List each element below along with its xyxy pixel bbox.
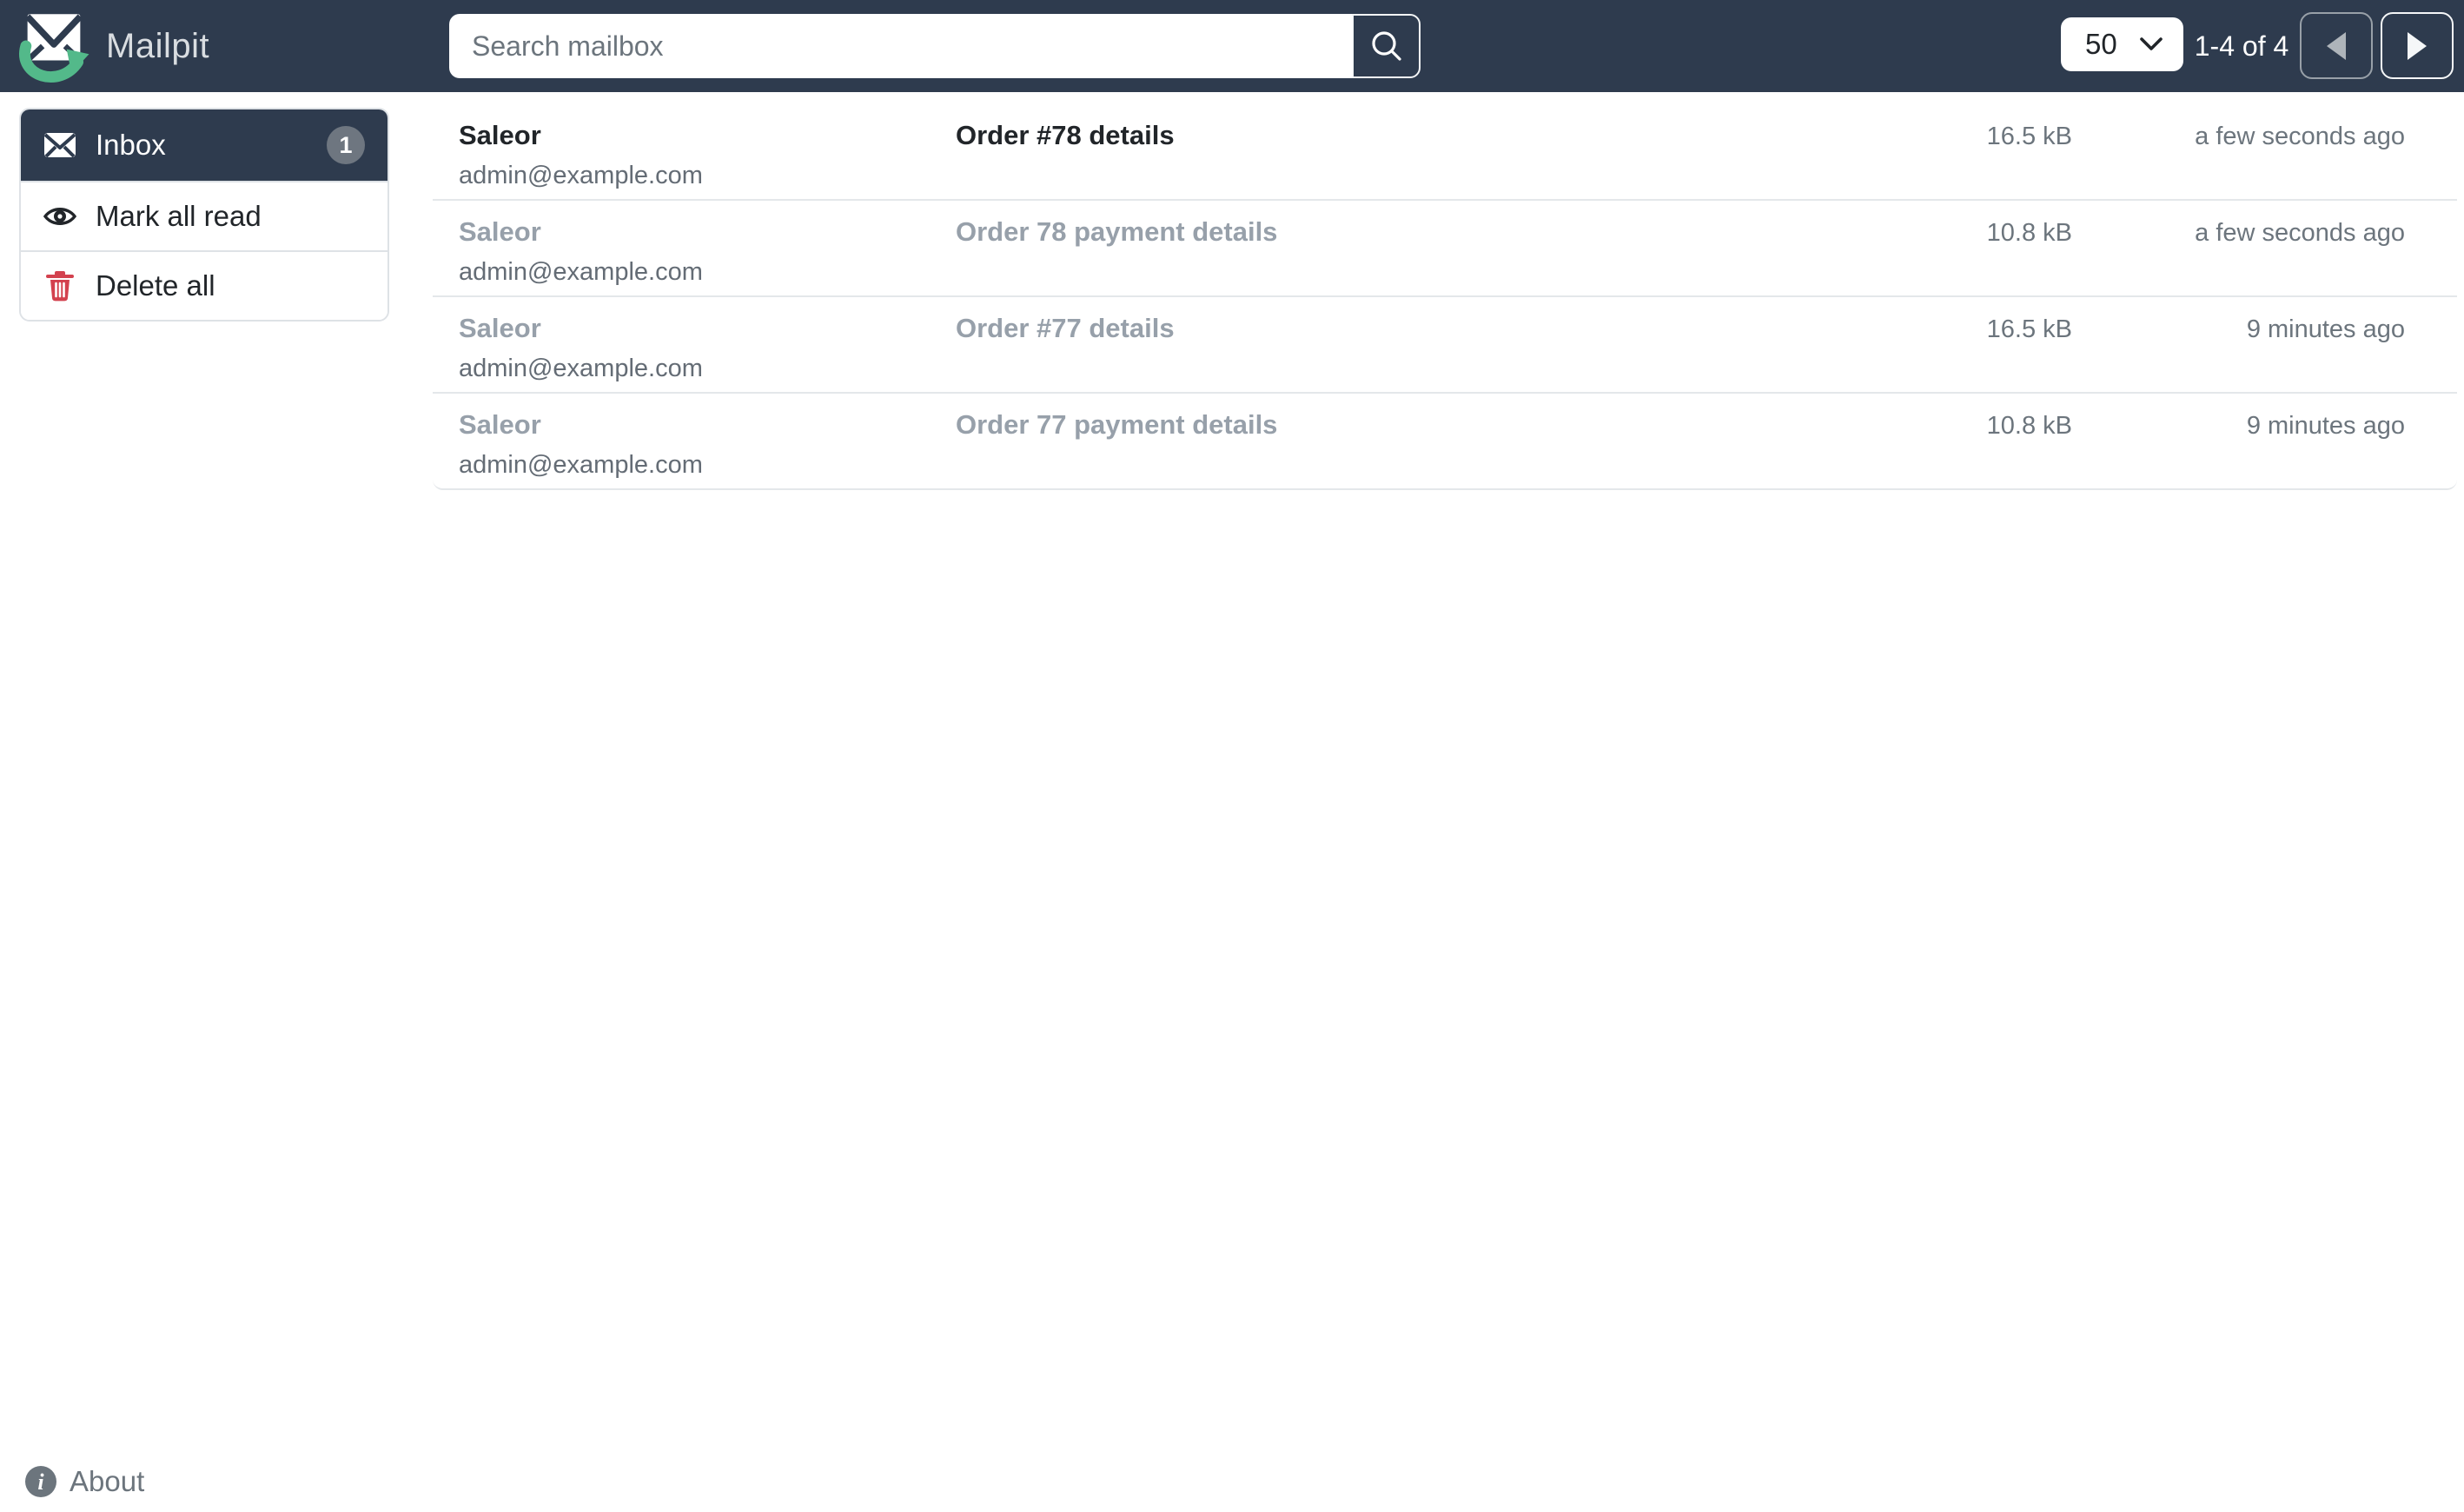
sidebar-item-label: Delete all: [96, 269, 215, 302]
search-button[interactable]: [1352, 14, 1421, 78]
chevron-down-icon: [2140, 37, 2163, 50]
mailpit-logo-icon: [19, 14, 89, 83]
top-navbar: Mailpit 50 1-4 of 4: [0, 0, 2464, 92]
search-bar: [449, 14, 1421, 78]
message-from-name: Saleor: [459, 409, 541, 440]
message-timestamp: 9 minutes ago: [2246, 412, 2405, 440]
message-timestamp: a few seconds ago: [2195, 123, 2405, 150]
caret-right-icon: [2408, 31, 2427, 60]
magnifier-icon: [1371, 31, 1401, 61]
message-subject: Order #78 details: [956, 120, 1175, 150]
message-from-email: admin@example.com: [459, 355, 703, 382]
sidebar-item-label: Inbox: [96, 129, 166, 161]
about-link[interactable]: i About: [24, 1465, 144, 1498]
sidebar-item-label: Mark all read: [96, 200, 262, 232]
message-size: 10.8 kB: [1986, 412, 2072, 440]
brand-title: Mailpit: [106, 26, 210, 65]
message-row[interactable]: Saleor Order #78 details 16.5 kB a few s…: [433, 104, 2457, 201]
message-row[interactable]: Saleor Order 78 payment details 10.8 kB …: [433, 201, 2457, 297]
about-label: About: [70, 1465, 145, 1497]
brand-link[interactable]: Mailpit: [14, 3, 209, 89]
sidebar-item-delete-all[interactable]: Delete all: [21, 250, 387, 320]
message-list: Saleor Order #78 details 16.5 kB a few s…: [433, 92, 2457, 490]
unread-count-badge: 1: [327, 126, 365, 164]
mailbox-sidebar: Inbox 1 Mark all read Delete all: [19, 108, 389, 322]
svg-text:i: i: [37, 1469, 44, 1495]
sidebar-item-mark-all-read[interactable]: Mark all read: [21, 181, 387, 250]
page-size-value: 50: [2085, 28, 2117, 60]
next-page-button[interactable]: [2381, 12, 2454, 79]
message-from-name: Saleor: [459, 120, 541, 150]
pagination-range: 1-4 of 4: [2194, 30, 2289, 62]
trash-icon: [43, 269, 76, 302]
message-from-email: admin@example.com: [459, 162, 703, 189]
message-from-email: admin@example.com: [459, 258, 703, 286]
message-subject: Order 77 payment details: [956, 409, 1278, 440]
message-timestamp: 9 minutes ago: [2246, 315, 2405, 343]
caret-left-icon: [2327, 31, 2346, 60]
message-size: 16.5 kB: [1986, 315, 2072, 343]
message-subject: Order #77 details: [956, 313, 1175, 343]
info-circle-icon: i: [25, 1466, 56, 1497]
prev-page-button[interactable]: [2300, 12, 2373, 79]
search-input[interactable]: [449, 14, 1352, 78]
message-from-name: Saleor: [459, 313, 541, 343]
message-size: 16.5 kB: [1986, 123, 2072, 150]
envelope-icon: [43, 132, 76, 158]
message-row[interactable]: Saleor Order #77 details 16.5 kB 9 minut…: [433, 297, 2457, 394]
page-size-select[interactable]: 50: [2061, 17, 2183, 71]
eye-icon: [43, 205, 76, 228]
message-from-name: Saleor: [459, 216, 541, 247]
message-timestamp: a few seconds ago: [2195, 219, 2405, 247]
message-from-email: admin@example.com: [459, 451, 703, 479]
sidebar-item-inbox[interactable]: Inbox 1: [21, 109, 387, 181]
message-row[interactable]: Saleor Order 77 payment details 10.8 kB …: [433, 394, 2457, 490]
message-subject: Order 78 payment details: [956, 216, 1278, 247]
message-size: 10.8 kB: [1986, 219, 2072, 247]
